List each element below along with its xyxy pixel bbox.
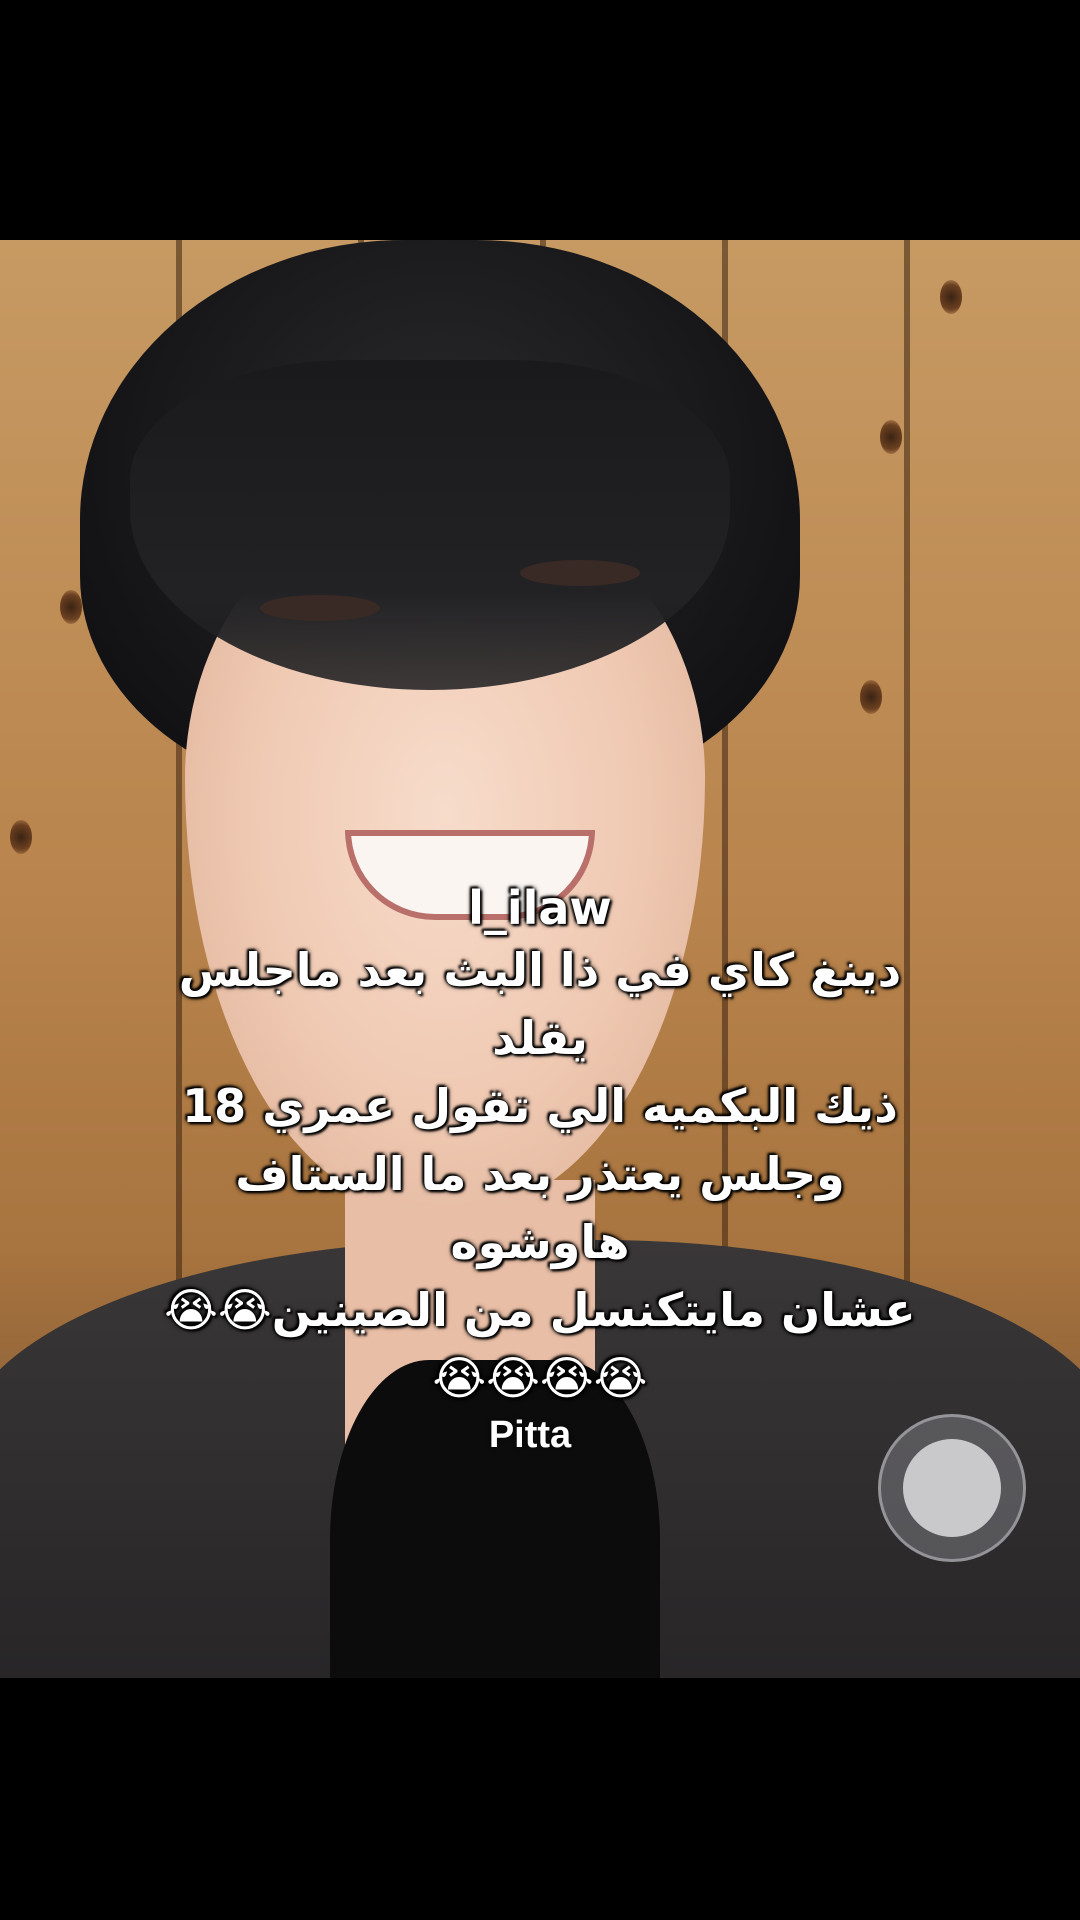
- caption-text: دينغ كاي في ذا البث بعد ماجلس يقلد ذيك ا…: [164, 943, 916, 1337]
- record-button[interactable]: [878, 1414, 1026, 1562]
- overlay-name-label: Pitta: [488, 1414, 572, 1456]
- person-eye-right: [520, 560, 640, 586]
- record-button-inner-icon: [903, 1439, 1001, 1537]
- wood-knot: [860, 680, 882, 714]
- bottom-black-bar: [0, 1678, 1080, 1920]
- top-black-bar: [0, 0, 1080, 240]
- caption-block: l_ilaw دينغ كاي في ذا البث بعد ماجلس يقل…: [150, 880, 930, 1412]
- wood-knot: [10, 820, 32, 854]
- wood-knot: [880, 420, 902, 454]
- caption-username: l_ilaw: [468, 881, 612, 935]
- caption-emoji-line: 😭😭😭😭: [432, 1351, 648, 1405]
- person-eye-left: [260, 595, 380, 621]
- wood-knot: [60, 590, 82, 624]
- wood-knot: [940, 280, 962, 314]
